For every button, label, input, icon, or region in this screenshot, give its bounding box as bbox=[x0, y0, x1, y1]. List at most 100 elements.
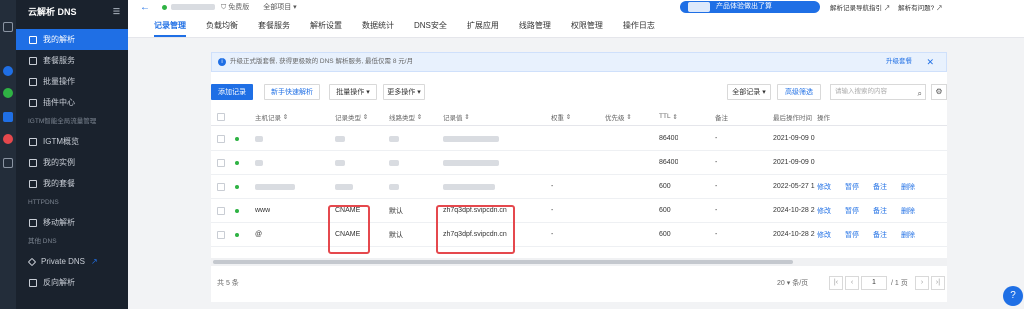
sidebar-item-batch[interactable]: 批量操作 bbox=[16, 71, 128, 92]
edit-link[interactable]: 修改 bbox=[817, 206, 831, 216]
tab-dns-security[interactable]: DNS安全 bbox=[404, 14, 457, 37]
horizontal-scrollbar[interactable] bbox=[211, 258, 947, 266]
host-redacted bbox=[255, 135, 263, 142]
tab-lines[interactable]: 线路管理 bbox=[509, 14, 561, 37]
issue-link[interactable]: 解析有问题? bbox=[898, 5, 934, 12]
edit-link[interactable]: 修改 bbox=[817, 182, 831, 192]
col-priority[interactable]: 优先级 ⇕ bbox=[605, 108, 632, 125]
home-icon[interactable] bbox=[3, 22, 13, 32]
col-line[interactable]: 线路类型 ⇕ bbox=[389, 108, 422, 125]
edit-link[interactable]: 修改 bbox=[817, 230, 831, 240]
help-chat-icon[interactable]: ? bbox=[1003, 286, 1023, 306]
host-cell: www bbox=[255, 207, 271, 214]
sidebar-item-plugin[interactable]: 插件中心 bbox=[16, 92, 128, 113]
tab-settings[interactable]: 解析设置 bbox=[300, 14, 352, 37]
status-enabled-icon bbox=[235, 137, 239, 141]
sidebar: 云解析 DNS ☰ 我的解析 套餐服务 批量操作 插件中心 IGTM智能全局流量… bbox=[16, 0, 128, 309]
quick-setup-button[interactable]: 新手快速解析 bbox=[264, 84, 320, 100]
tab-load-balance[interactable]: 负载均衡 bbox=[196, 14, 248, 37]
sidebar-item-mobile[interactable]: 移动解析 bbox=[16, 212, 128, 233]
sidebar-item-my-package[interactable]: 我的套餐 bbox=[16, 173, 128, 194]
row-checkbox[interactable] bbox=[217, 231, 225, 239]
prev-page-button[interactable]: ‹ bbox=[845, 276, 859, 290]
tab-stats[interactable]: 数据统计 bbox=[352, 14, 404, 37]
add-record-button[interactable]: 添加记录 bbox=[211, 84, 253, 100]
cloud-icon[interactable] bbox=[3, 66, 13, 76]
last-page-button[interactable]: ›| bbox=[931, 276, 945, 290]
note-link[interactable]: 备注 bbox=[873, 206, 887, 216]
filter-select[interactable]: 全部记录 ▾ bbox=[727, 84, 771, 100]
delete-link[interactable]: 删除 bbox=[901, 182, 915, 192]
page-number-input[interactable]: 1 bbox=[861, 276, 887, 290]
tab-extensions[interactable]: 扩展应用 bbox=[457, 14, 509, 37]
tab-permissions[interactable]: 权限管理 bbox=[561, 14, 613, 37]
tab-logs[interactable]: 操作日志 bbox=[613, 14, 665, 37]
more-dropdown[interactable]: 更多操作 ▾ bbox=[383, 84, 425, 100]
gear-icon[interactable]: ⚙ bbox=[931, 84, 947, 100]
row-checkbox[interactable] bbox=[217, 135, 225, 143]
batch-dropdown[interactable]: 批量操作 ▾ bbox=[329, 84, 377, 100]
header-label: 优先级 bbox=[605, 114, 625, 122]
pause-link[interactable]: 暂停 bbox=[845, 230, 859, 240]
pause-link[interactable]: 暂停 bbox=[845, 182, 859, 192]
col-type[interactable]: 记录类型 ⇕ bbox=[335, 108, 368, 125]
plus-icon[interactable] bbox=[3, 158, 13, 168]
delete-link[interactable]: 删除 bbox=[901, 230, 915, 240]
sidebar-item-label: Private DNS bbox=[41, 257, 86, 266]
guide-link[interactable]: 解析记录导航指引 bbox=[830, 5, 882, 12]
total-pages: / 1 页 bbox=[891, 280, 908, 287]
back-arrow-icon[interactable]: ← bbox=[140, 2, 150, 13]
host-cell: @ bbox=[255, 231, 263, 238]
monitor-icon[interactable] bbox=[3, 88, 13, 98]
note-link[interactable]: 备注 bbox=[873, 230, 887, 240]
close-icon[interactable]: ✕ bbox=[926, 53, 934, 71]
select-all-checkbox[interactable] bbox=[217, 113, 225, 121]
sidebar-item-label: IGTM概览 bbox=[43, 137, 79, 146]
sidebar-item-instance[interactable]: 我的实例 bbox=[16, 152, 128, 173]
upgrade-link[interactable]: 升级套餐 bbox=[886, 53, 912, 71]
promo-image-icon bbox=[688, 2, 710, 12]
sidebar-item-label: 套餐服务 bbox=[43, 56, 75, 65]
sidebar-item-my-dns[interactable]: 我的解析 bbox=[16, 29, 128, 50]
note-cell: - bbox=[715, 135, 718, 142]
sidebar-item-package[interactable]: 套餐服务 bbox=[16, 50, 128, 71]
project-select[interactable]: 全部项目 ▾ bbox=[263, 2, 296, 12]
row-checkbox[interactable] bbox=[217, 183, 225, 191]
advanced-filter-button[interactable]: 高级筛选 bbox=[777, 84, 821, 100]
first-page-button[interactable]: |‹ bbox=[829, 276, 843, 290]
col-weight[interactable]: 权重 ⇕ bbox=[551, 108, 571, 125]
search-icon[interactable]: ⌕ bbox=[918, 87, 922, 101]
next-page-button[interactable]: › bbox=[915, 276, 929, 290]
new-badge-icon[interactable] bbox=[3, 134, 13, 144]
note-link[interactable]: 备注 bbox=[873, 182, 887, 192]
section-gtm: IGTM智能全局流量管理 bbox=[28, 118, 97, 125]
sidebar-item-gtm-overview[interactable]: IGTM概览 bbox=[16, 131, 128, 152]
table-row: www CNAME 默认 zh7q3dpf.svipcdn.cn - 600 -… bbox=[211, 199, 947, 223]
more-label: 更多操作 bbox=[387, 89, 416, 96]
col-value[interactable]: 记录值 ⇕ bbox=[443, 108, 470, 125]
status-enabled-icon bbox=[235, 209, 239, 213]
sidebar-item-reverse[interactable]: 反向解析 bbox=[16, 272, 128, 293]
tab-records[interactable]: 记录管理 bbox=[144, 14, 196, 37]
col-ttl[interactable]: TTL ⇕ bbox=[659, 108, 678, 125]
line-cell: 默认 bbox=[389, 207, 403, 215]
row-checkbox[interactable] bbox=[217, 207, 225, 215]
line-redacted bbox=[389, 159, 399, 166]
sidebar-item-private-dns[interactable]: Private DNS ↗ bbox=[16, 251, 128, 272]
collapse-icon[interactable]: ☰ bbox=[113, 0, 120, 24]
col-host[interactable]: 主机记录 ⇕ bbox=[255, 108, 288, 125]
house-icon[interactable] bbox=[3, 112, 13, 122]
toolbar: 添加记录 新手快速解析 批量操作 ▾ 更多操作 ▾ 全部记录 ▾ 高级筛选 请输… bbox=[211, 84, 947, 102]
row-checkbox[interactable] bbox=[217, 159, 225, 167]
ttl-cell: 86400 bbox=[659, 159, 679, 166]
scrollbar-thumb[interactable] bbox=[213, 260, 793, 264]
sidebar-item-label: 插件中心 bbox=[43, 98, 75, 107]
delete-link[interactable]: 删除 bbox=[901, 206, 915, 216]
search-input[interactable]: 请输入搜索的内容 ⌕ bbox=[830, 84, 926, 100]
header-label: 线路类型 bbox=[389, 114, 415, 122]
page-size-select[interactable]: 20 ▾ 条/页 bbox=[777, 278, 808, 288]
promo-button[interactable]: 产品体验做出了算 bbox=[680, 1, 820, 13]
pause-link[interactable]: 暂停 bbox=[845, 206, 859, 216]
tab-package[interactable]: 套餐服务 bbox=[248, 14, 300, 37]
external-link-icon: ↗ bbox=[883, 5, 891, 12]
